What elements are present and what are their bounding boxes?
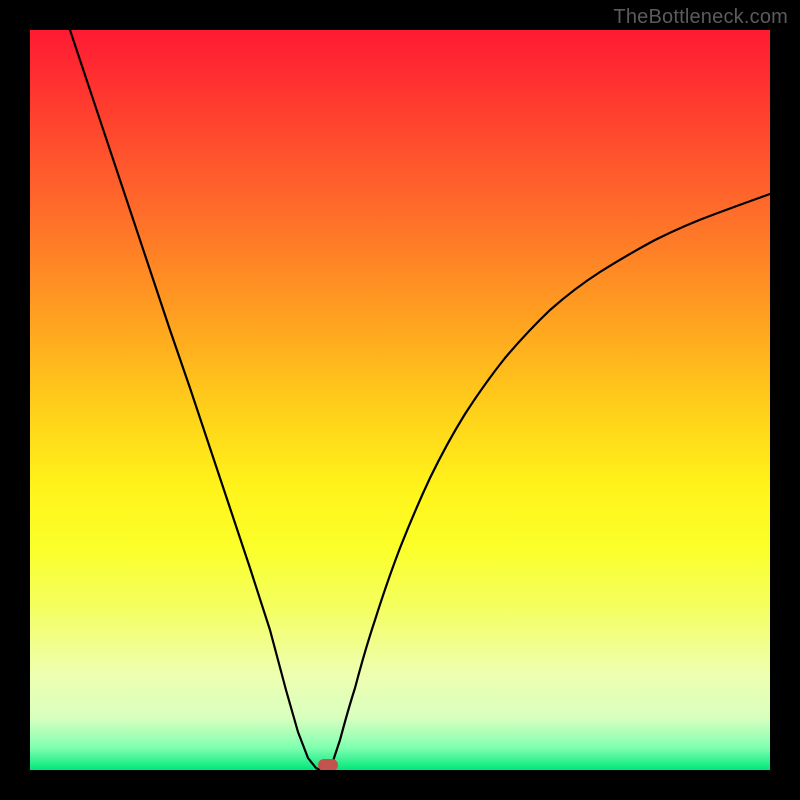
outer-frame: TheBottleneck.com bbox=[0, 0, 800, 800]
curve-svg bbox=[30, 30, 770, 770]
curve-left-branch bbox=[70, 30, 320, 770]
curve-right-branch bbox=[330, 194, 770, 770]
plot-area bbox=[30, 30, 770, 770]
min-marker bbox=[318, 759, 338, 770]
watermark-text: TheBottleneck.com bbox=[613, 6, 788, 29]
